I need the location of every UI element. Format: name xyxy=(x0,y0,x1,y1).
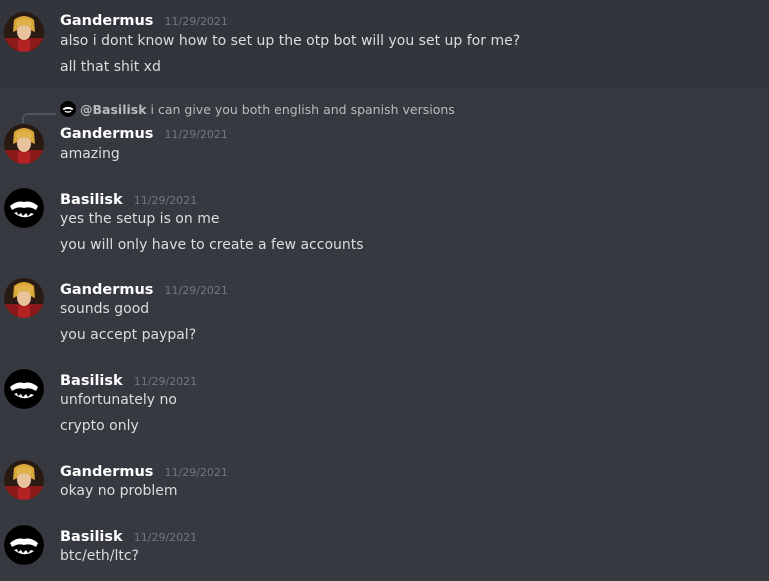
basilisk-avatar[interactable] xyxy=(4,188,44,228)
message-text: okay no problem xyxy=(60,483,178,499)
message-author[interactable]: Gandermus xyxy=(60,464,153,480)
message-group: Basilisk 11/29/2021 btc/eth/ltc? xyxy=(0,517,769,581)
basilisk-avatar[interactable] xyxy=(4,525,44,565)
message-group: Gandermus 11/29/2021 also i dont know ho… xyxy=(0,0,769,88)
message-text: yes the setup is on me xyxy=(60,211,220,227)
message-group: Gandermus 11/29/2021 sounds good you acc… xyxy=(0,270,769,350)
message-timestamp: 11/29/2021 xyxy=(164,15,228,28)
message-text: also i dont know how to set up the otp b… xyxy=(60,33,521,49)
message-text: you accept paypal? xyxy=(60,327,197,343)
gandermus-avatar[interactable] xyxy=(4,460,44,500)
reply-author[interactable]: @Basilisk xyxy=(80,102,147,117)
message-author[interactable]: Basilisk xyxy=(60,373,123,389)
message-timestamp: 11/29/2021 xyxy=(164,466,228,479)
message-text: btc/eth/ltc? xyxy=(60,548,139,564)
message-text: all that shit xd xyxy=(60,59,161,75)
message-text: amazing xyxy=(60,146,120,162)
message-group: @Basilisk i can give you both english an… xyxy=(0,96,769,172)
reply-reference[interactable]: @Basilisk i can give you both english an… xyxy=(60,101,455,117)
basilisk-reply-avatar xyxy=(60,101,76,117)
message-author[interactable]: Gandermus xyxy=(60,13,153,29)
message-author[interactable]: Gandermus xyxy=(60,126,153,142)
message-author[interactable]: Basilisk xyxy=(60,192,123,208)
message-text: you will only have to create a few accou… xyxy=(60,237,364,253)
message-group: Gandermus 11/29/2021 okay no problem xyxy=(0,452,769,508)
message-timestamp: 11/29/2021 xyxy=(133,531,198,544)
message-author[interactable]: Gandermus xyxy=(60,282,153,298)
message-timestamp: 11/29/2021 xyxy=(164,128,228,141)
chat-messages: Gandermus 11/29/2021 also i dont know ho… xyxy=(0,0,769,581)
message-author[interactable]: Basilisk xyxy=(60,529,123,545)
message-group: Basilisk 11/29/2021 yes the setup is on … xyxy=(0,180,769,260)
basilisk-avatar[interactable] xyxy=(4,369,44,409)
reply-spine xyxy=(22,113,56,123)
gandermus-avatar[interactable] xyxy=(4,12,44,52)
gandermus-avatar[interactable] xyxy=(4,124,44,164)
message-text: sounds good xyxy=(60,301,150,317)
message-group: Basilisk 11/29/2021 unfortunately no cry… xyxy=(0,361,769,441)
message-timestamp: 11/29/2021 xyxy=(164,284,228,297)
message-text: crypto only xyxy=(60,418,139,434)
message-timestamp: 11/29/2021 xyxy=(133,375,198,388)
message-text: unfortunately no xyxy=(60,392,177,408)
reply-text[interactable]: i can give you both english and spanish … xyxy=(151,102,455,117)
message-timestamp: 11/29/2021 xyxy=(133,194,198,207)
gandermus-avatar[interactable] xyxy=(4,278,44,318)
